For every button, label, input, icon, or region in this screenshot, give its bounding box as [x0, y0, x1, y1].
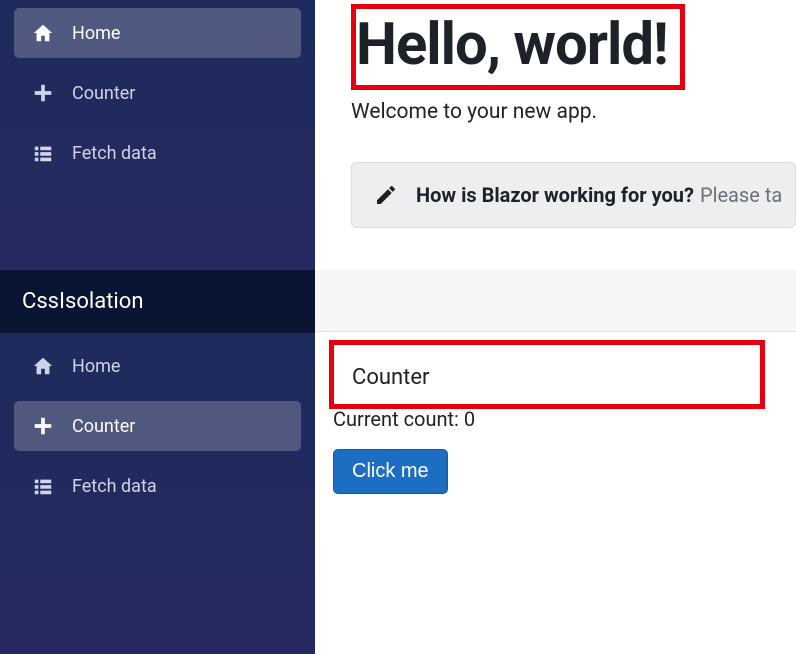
page-title: Hello, world! — [356, 11, 668, 79]
sidebar-item-label: Fetch data — [72, 476, 157, 497]
survey-question: How is Blazor working for you? — [416, 183, 694, 207]
sidebar-item-fetch-data[interactable]: Fetch data — [14, 128, 301, 178]
survey-tail-text: Please ta — [700, 183, 782, 207]
sidebar-item-counter[interactable]: Counter — [14, 401, 301, 451]
click-me-button[interactable]: Click me — [333, 449, 448, 494]
home-icon — [32, 22, 54, 44]
page-title: Counter — [352, 365, 742, 390]
brand-header[interactable]: CssIsolation — [0, 270, 315, 333]
sidebar-app2: Home Counter Fetch data — [0, 333, 315, 654]
list-icon — [32, 142, 54, 164]
plus-icon — [32, 415, 54, 437]
sidebar-item-home[interactable]: Home — [14, 341, 301, 391]
top-bar — [315, 270, 796, 332]
sidebar-app1: Home Counter Fetch data — [0, 0, 315, 270]
survey-banner[interactable]: How is Blazor working for you? Please ta — [351, 162, 796, 228]
sidebar-item-label: Counter — [72, 83, 135, 104]
welcome-text: Welcome to your new app. — [351, 100, 796, 124]
list-icon — [32, 475, 54, 497]
sidebar-item-label: Home — [72, 356, 120, 377]
home-icon — [32, 355, 54, 377]
current-count-label: Current count: 0 — [333, 407, 796, 431]
sidebar-item-home[interactable]: Home — [14, 8, 301, 58]
highlighted-counter-title: Counter — [329, 340, 765, 409]
sidebar-item-fetch-data[interactable]: Fetch data — [14, 461, 301, 511]
main-content-app1: Hello, world! Welcome to your new app. H… — [315, 0, 796, 270]
sidebar-item-counter[interactable]: Counter — [14, 68, 301, 118]
plus-icon — [32, 82, 54, 104]
highlighted-title: Hello, world! — [351, 4, 685, 90]
main-content-app2: Counter Current count: 0 Click me — [315, 270, 796, 654]
sidebar-item-label: Fetch data — [72, 143, 157, 164]
pencil-icon — [374, 183, 398, 207]
sidebar-item-label: Counter — [72, 416, 135, 437]
sidebar-item-label: Home — [72, 23, 120, 44]
